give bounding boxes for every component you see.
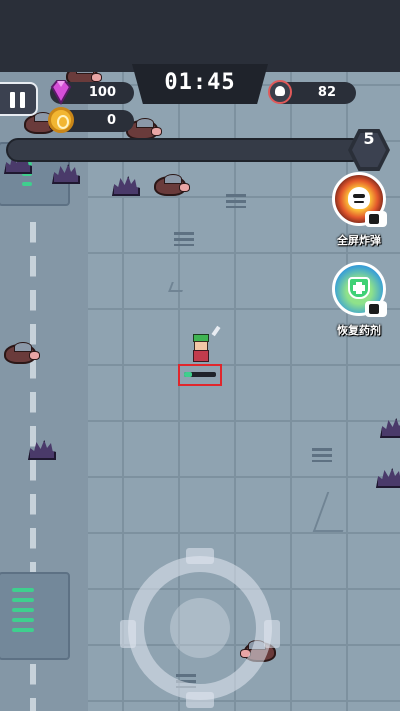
floor-crack <box>168 282 186 292</box>
kill-count: 82 <box>317 85 336 100</box>
screen-bomb-label: 全屏炸弹 <box>337 234 381 247</box>
screen-bomb-skill-button[interactable] <box>332 172 387 227</box>
recovery-potion-label: 恢复药剂 <box>337 324 381 337</box>
skull-bomb-icon <box>348 187 370 209</box>
gem-count: 100 <box>88 85 116 100</box>
video-ad-icon <box>365 301 387 317</box>
joystick-notch <box>186 548 214 564</box>
annotation-highlight-box <box>178 364 222 386</box>
player-character <box>190 334 212 364</box>
joystick-notch <box>264 620 280 648</box>
boar-enemy <box>4 342 40 364</box>
xp-bar <box>6 138 364 162</box>
floor-vent <box>226 194 246 208</box>
joystick-notch <box>186 692 214 708</box>
boar-enemy <box>154 174 190 196</box>
floor-crack <box>312 492 358 532</box>
floor-vent <box>312 448 332 462</box>
video-ad-icon <box>365 211 387 227</box>
pause-button[interactable] <box>0 82 38 116</box>
health-potion-icon <box>348 277 370 299</box>
pause-icon <box>10 92 15 108</box>
floor-vent <box>174 232 194 246</box>
floor-panel-bottom <box>0 572 70 660</box>
skull-icon <box>268 80 292 104</box>
survival-timer: 01:45 <box>164 70 236 95</box>
joystick-notch <box>120 620 136 648</box>
top-bar <box>0 0 400 72</box>
level-number: 5 <box>363 129 375 148</box>
coin-count: 0 <box>106 113 116 128</box>
gem-icon <box>50 80 72 106</box>
joystick-knob[interactable] <box>170 598 230 658</box>
coin-icon <box>48 107 74 133</box>
recovery-potion-skill-button[interactable] <box>332 262 387 317</box>
